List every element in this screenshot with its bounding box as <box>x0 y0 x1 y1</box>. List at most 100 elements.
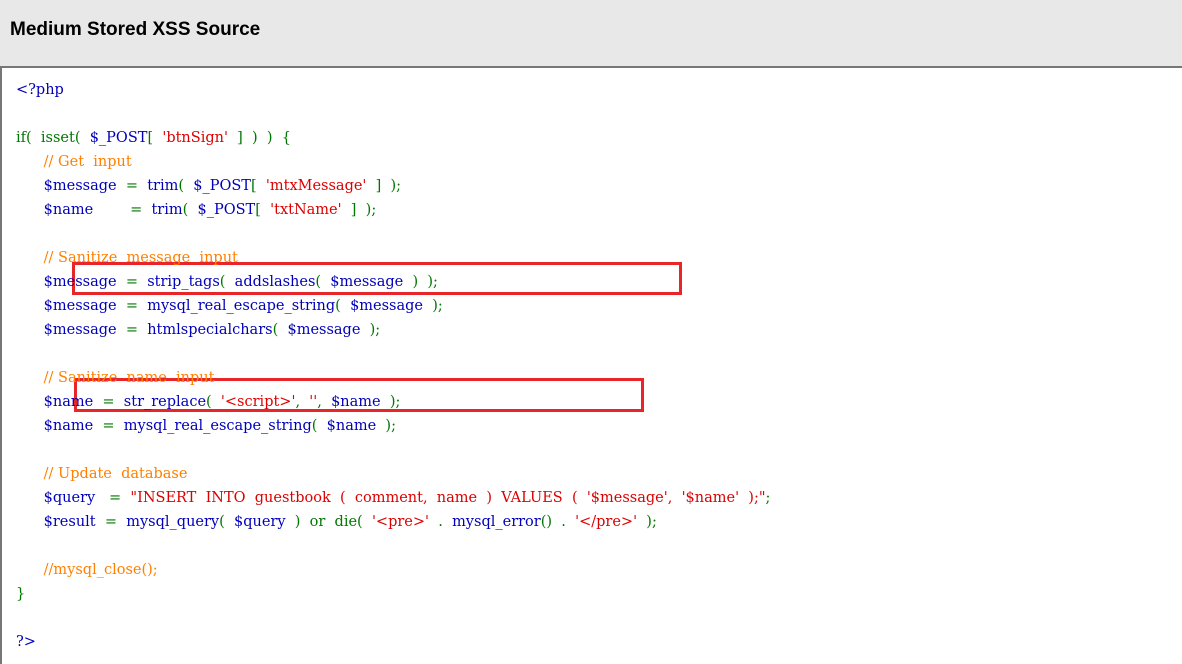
code-token: // Update database <box>16 466 188 482</box>
code-token: $message <box>16 178 117 194</box>
code-token: $name <box>326 418 377 434</box>
code-token: $message <box>16 322 117 338</box>
code-token: $name <box>16 394 94 410</box>
code-token: ( <box>206 394 221 410</box>
code-token: mysql_query <box>126 514 220 530</box>
code-token: // Sanitize message input <box>16 250 238 266</box>
code-token: } <box>16 586 26 602</box>
code-token: $name <box>16 202 94 218</box>
code-token: ) ); <box>403 274 438 290</box>
code-token: $name <box>16 418 94 434</box>
code-line: } <box>16 582 25 606</box>
code-token: = <box>116 322 148 338</box>
code-token: ( <box>315 274 331 290</box>
code-line: <?php <box>16 78 64 102</box>
code-token: $message <box>16 298 117 314</box>
code-token: = <box>116 178 148 194</box>
code-line: $query = "INSERT INTO guestbook ( commen… <box>16 486 771 510</box>
code-line: //mysql_close(); <box>16 558 158 582</box>
code-line: $name = mysql_real_escape_string( $name … <box>16 414 396 438</box>
code-token: ( <box>219 274 235 290</box>
code-token: addslashes <box>234 274 316 290</box>
code-token: "INSERT INTO guestbook ( comment, name )… <box>130 490 766 506</box>
code-line: // Update database <box>16 462 188 486</box>
code-token: if( <box>16 130 32 146</box>
code-line: $result = mysql_query( $query ) or die( … <box>16 510 657 534</box>
code-token: = <box>116 274 148 290</box>
code-token: trim <box>147 178 179 194</box>
code-token: ?> <box>16 634 36 650</box>
code-token: ( <box>219 514 235 530</box>
code-line: $message = trim( $_POST[ 'mtxMessage' ] … <box>16 174 401 198</box>
code-token: ); <box>637 514 657 530</box>
code-panel: <?php if( isset( $_POST[ 'btnSign' ] ) ) … <box>0 66 1182 664</box>
code-token: , <box>317 394 332 410</box>
code-token: . <box>429 514 453 530</box>
code-token: // Get input <box>16 154 132 170</box>
code-token: <?php <box>16 82 64 98</box>
code-token: ( <box>311 418 327 434</box>
code-token: ( <box>182 202 198 218</box>
code-token: ); <box>380 394 401 410</box>
code-token: //mysql_close(); <box>16 562 158 578</box>
code-line: // Sanitize message input <box>16 246 238 270</box>
code-token: $message <box>16 274 117 290</box>
code-line: if( isset( $_POST[ 'btnSign' ] ) ) { <box>16 126 291 150</box>
source-header: Medium Stored XSS Source <box>0 0 1182 66</box>
code-token: ] ); <box>341 202 377 218</box>
code-token: , <box>295 394 310 410</box>
code-token: htmlspecialchars <box>147 322 273 338</box>
code-line: // Sanitize name input <box>16 366 215 390</box>
code-token: ] ) ) { <box>227 130 292 146</box>
code-token: mysql_real_escape_string <box>147 298 336 314</box>
code-token: = <box>93 394 124 410</box>
code-token: $message <box>330 274 404 290</box>
code-token: str_replace <box>123 394 207 410</box>
code-token: ( <box>335 298 351 314</box>
code-line: $message = mysql_real_escape_string( $me… <box>16 294 443 318</box>
code-line: $message = htmlspecialchars( $message ); <box>16 318 381 342</box>
code-token: = <box>116 298 148 314</box>
code-token: // Sanitize name input <box>16 370 215 386</box>
code-token: '<pre>' <box>371 514 430 530</box>
code-token: $message <box>287 322 361 338</box>
code-token: () . <box>540 514 576 530</box>
code-token: '<script>' <box>220 394 296 410</box>
code-token: $result <box>16 514 96 530</box>
code-line: // Get input <box>16 150 132 174</box>
code-token: mysql_error <box>452 514 541 530</box>
code-token: ) or die( <box>285 514 372 530</box>
code-token: [ <box>250 178 266 194</box>
code-token: 'btnSign' <box>153 130 228 146</box>
code-token: '</pre>' <box>575 514 638 530</box>
code-token: = <box>93 202 152 218</box>
code-line: $name = trim( $_POST[ 'txtName' ] ); <box>16 198 377 222</box>
code-token: mysql_real_escape_string <box>123 418 312 434</box>
code-token: $query <box>234 514 286 530</box>
code-token: ( <box>178 178 194 194</box>
code-token: ; <box>765 490 771 506</box>
code-token: [ <box>255 202 271 218</box>
code-token: ( <box>272 322 288 338</box>
code-token: isset( <box>31 130 81 146</box>
code-token: $message <box>350 298 424 314</box>
code-line: $message = strip_tags( addslashes( $mess… <box>16 270 438 294</box>
code-token: ] ); <box>366 178 402 194</box>
code-token: 'txtName' <box>270 202 342 218</box>
code-token: $_POST <box>197 202 256 218</box>
code-line: ?> <box>16 630 36 654</box>
code-token: ); <box>376 418 396 434</box>
code-token: ); <box>423 298 443 314</box>
code-token: $_POST <box>193 178 251 194</box>
code-token: = <box>95 514 127 530</box>
code-token: 'mtxMessage' <box>265 178 367 194</box>
code-token: $_POST <box>80 130 148 146</box>
code-token: $name <box>331 394 381 410</box>
code-token: = <box>95 490 131 506</box>
code-token: $query <box>16 490 96 506</box>
page-title: Medium Stored XSS Source <box>10 19 261 40</box>
code-token: = <box>93 418 124 434</box>
code-line: $name = str_replace( '<script>', '', $na… <box>16 390 401 414</box>
code-token: strip_tags <box>147 274 220 290</box>
code-token: trim <box>151 202 183 218</box>
